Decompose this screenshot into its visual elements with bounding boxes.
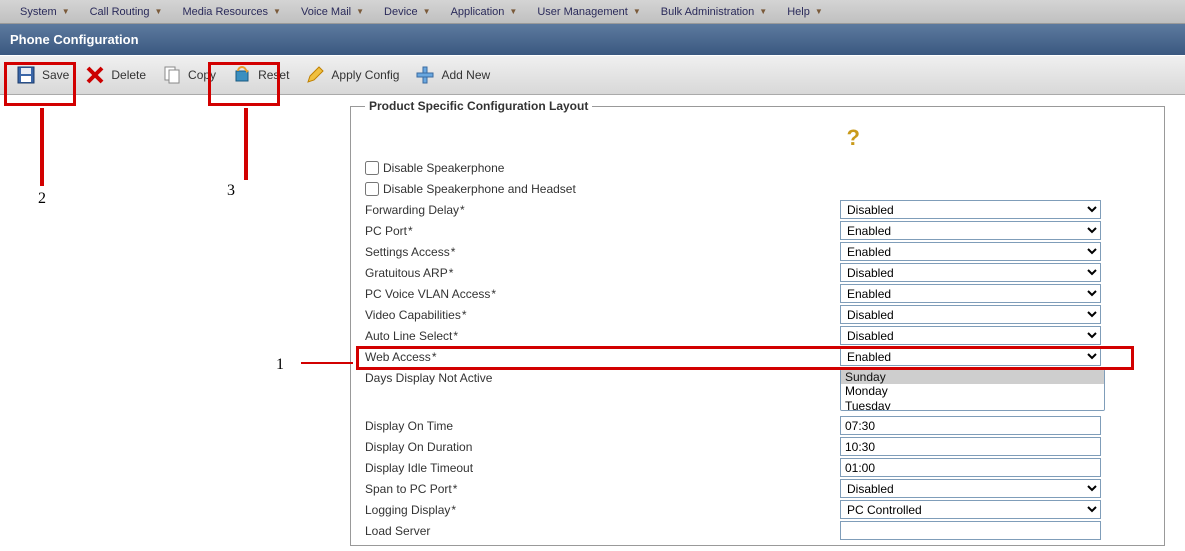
copy-label: Copy xyxy=(188,68,216,82)
menu-device[interactable]: Device▼ xyxy=(374,0,441,24)
copy-icon xyxy=(162,65,182,85)
days-display-listbox[interactable]: Sunday Monday Tuesday xyxy=(840,369,1105,411)
menu-help[interactable]: Help▼ xyxy=(777,0,833,24)
chevron-down-icon: ▼ xyxy=(356,7,364,16)
menu-call-routing[interactable]: Call Routing▼ xyxy=(80,0,173,24)
span-pc-port-select[interactable]: Disabled xyxy=(840,479,1101,498)
logging-display-label: Logging Display xyxy=(365,503,450,517)
chevron-down-icon: ▼ xyxy=(273,7,281,16)
auto-line-select-select[interactable]: Disabled xyxy=(840,326,1101,345)
disable-speakerphone-checkbox[interactable] xyxy=(365,161,379,175)
settings-access-select[interactable]: Enabled xyxy=(840,242,1101,261)
menu-media-resources[interactable]: Media Resources▼ xyxy=(172,0,291,24)
left-spacer xyxy=(0,95,350,550)
config-fieldset: Product Specific Configuration Layout ? … xyxy=(350,99,1165,546)
annotation-number-1: 1 xyxy=(276,356,284,374)
forwarding-delay-label: Forwarding Delay xyxy=(365,203,459,217)
gratuitous-arp-label: Gratuitous ARP xyxy=(365,266,448,280)
web-access-label: Web Access xyxy=(365,350,431,364)
toolbar: Save Delete Copy Reset Apply Config Add … xyxy=(0,55,1185,95)
pc-voice-vlan-select[interactable]: Enabled xyxy=(840,284,1101,303)
settings-access-label: Settings Access xyxy=(365,245,450,259)
gratuitous-arp-select[interactable]: Disabled xyxy=(840,263,1101,282)
chevron-down-icon: ▼ xyxy=(633,7,641,16)
disable-speakerphone-headset-checkbox[interactable] xyxy=(365,182,379,196)
days-display-label: Days Display Not Active xyxy=(365,371,492,385)
pc-voice-vlan-label: PC Voice VLAN Access xyxy=(365,287,490,301)
fieldset-legend: Product Specific Configuration Layout xyxy=(365,99,592,113)
display-idle-timeout-label: Display Idle Timeout xyxy=(365,461,473,475)
forwarding-delay-select[interactable]: Disabled xyxy=(840,200,1101,219)
auto-line-select-label: Auto Line Select xyxy=(365,329,452,343)
menu-bulk-administration[interactable]: Bulk Administration▼ xyxy=(651,0,777,24)
main-panel: Product Specific Configuration Layout ? … xyxy=(350,95,1185,550)
help-icon[interactable]: ? xyxy=(847,125,860,150)
reset-button[interactable]: Reset xyxy=(224,61,297,89)
display-on-duration-input[interactable] xyxy=(840,437,1101,456)
annotation-number-3: 3 xyxy=(227,182,235,200)
disable-speakerphone-headset-label: Disable Speakerphone and Headset xyxy=(383,182,576,196)
copy-button[interactable]: Copy xyxy=(154,61,224,89)
pc-port-label: PC Port xyxy=(365,224,407,238)
addnew-label: Add New xyxy=(441,68,490,82)
annotation-number-2: 2 xyxy=(38,190,46,208)
chevron-down-icon: ▼ xyxy=(62,7,70,16)
content-area: Product Specific Configuration Layout ? … xyxy=(0,95,1185,550)
menu-system[interactable]: System▼ xyxy=(10,0,80,24)
video-capabilities-select[interactable]: Disabled xyxy=(840,305,1101,324)
reset-label: Reset xyxy=(258,68,289,82)
plus-icon xyxy=(415,65,435,85)
video-capabilities-label: Video Capabilities xyxy=(365,308,461,322)
disable-speakerphone-label: Disable Speakerphone xyxy=(383,161,504,175)
add-new-button[interactable]: Add New xyxy=(407,61,498,89)
delete-button[interactable]: Delete xyxy=(77,61,154,89)
chevron-down-icon: ▼ xyxy=(815,7,823,16)
display-on-time-label: Display On Time xyxy=(365,419,453,433)
delete-label: Delete xyxy=(111,68,146,82)
web-access-select[interactable]: Enabled xyxy=(840,347,1101,366)
load-server-label: Load Server xyxy=(365,524,430,538)
span-pc-port-label: Span to PC Port xyxy=(365,482,452,496)
save-button[interactable]: Save xyxy=(8,61,77,89)
chevron-down-icon: ▼ xyxy=(155,7,163,16)
help-row: ? xyxy=(365,125,1150,151)
chevron-down-icon: ▼ xyxy=(759,7,767,16)
apply-config-button[interactable]: Apply Config xyxy=(297,61,407,89)
pc-port-select[interactable]: Enabled xyxy=(840,221,1101,240)
display-on-duration-label: Display On Duration xyxy=(365,440,472,454)
menu-user-management[interactable]: User Management▼ xyxy=(527,0,650,24)
load-server-input[interactable] xyxy=(840,521,1101,540)
save-icon xyxy=(16,65,36,85)
menu-application[interactable]: Application▼ xyxy=(441,0,528,24)
delete-icon xyxy=(85,65,105,85)
pencil-icon xyxy=(305,65,325,85)
logging-display-select[interactable]: PC Controlled xyxy=(840,500,1101,519)
page-title: Phone Configuration xyxy=(0,24,1185,55)
menu-bar: System▼ Call Routing▼ Media Resources▼ V… xyxy=(0,0,1185,24)
display-on-time-input[interactable] xyxy=(840,416,1101,435)
reset-icon xyxy=(232,65,252,85)
save-label: Save xyxy=(42,68,69,82)
chevron-down-icon: ▼ xyxy=(509,7,517,16)
menu-voice-mail[interactable]: Voice Mail▼ xyxy=(291,0,374,24)
chevron-down-icon: ▼ xyxy=(423,7,431,16)
apply-label: Apply Config xyxy=(331,68,399,82)
display-idle-timeout-input[interactable] xyxy=(840,458,1101,477)
